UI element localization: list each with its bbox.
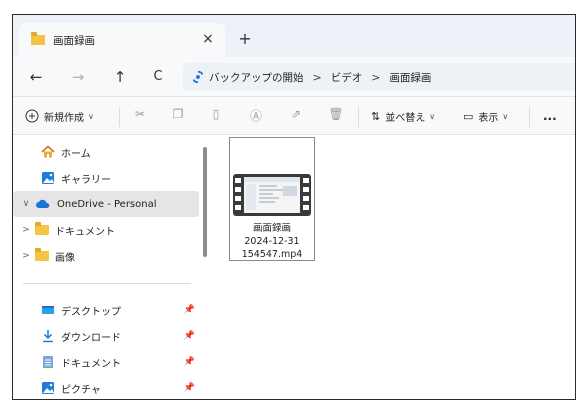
toolbar-divider xyxy=(358,107,359,127)
file-explorer-window: 画面録画 × + ← → ↑ C バックアップの開始 > ビデオ > 画面録画 xyxy=(12,14,576,400)
forward-button[interactable]: → xyxy=(67,66,89,88)
pin-icon: 📌 xyxy=(183,305,195,315)
new-button[interactable]: 新規作成 ∨ xyxy=(25,106,94,126)
paste-icon[interactable]: ▯ xyxy=(206,107,226,121)
sidebar-item-onedrive[interactable]: ∨ OneDrive - Personal xyxy=(13,191,199,217)
sidebar-item-label: ホーム xyxy=(61,148,91,160)
folder-icon xyxy=(31,32,45,45)
file-item-video[interactable]: 画面録画 2024-12-31 154547.mp4 xyxy=(229,137,315,261)
sidebar-item-label: ギャラリー xyxy=(61,174,111,186)
backup-sync-icon xyxy=(192,70,204,84)
download-icon xyxy=(43,330,53,343)
view-icon: ▭ xyxy=(463,109,474,123)
sort-label: 並べ替え xyxy=(385,112,426,124)
pin-icon: 📌 xyxy=(183,383,195,393)
breadcrumb-backup[interactable]: バックアップの開始 xyxy=(209,70,304,85)
breadcrumb-screen-recordings[interactable]: 画面録画 xyxy=(389,70,431,85)
breadcrumb-separator[interactable]: > xyxy=(313,71,322,84)
back-button[interactable]: ← xyxy=(25,66,47,88)
copy-icon[interactable]: ❐ xyxy=(168,107,188,121)
file-name: 画面録画 2024-12-31 154547.mp4 xyxy=(230,222,314,261)
video-file-icon xyxy=(233,174,311,216)
up-button[interactable]: ↑ xyxy=(109,66,131,88)
sidebar-item-desktop[interactable]: デスクトップ 📌 xyxy=(13,297,199,323)
toolbar-divider xyxy=(119,107,120,127)
plus-circle-icon xyxy=(25,109,39,123)
pictures-icon xyxy=(42,382,54,394)
new-tab-button[interactable]: + xyxy=(235,29,255,49)
command-bar: 新規作成 ∨ ✂ ❐ ▯ Ⓐ ⇗ 🗑 ⇅ 並べ替え ∨ ▭ 表示 ∨ ... xyxy=(13,97,575,135)
file-name-line: 画面録画 xyxy=(252,223,291,234)
chevron-down-icon: ∨ xyxy=(88,111,94,121)
file-name-line: 154547.mp4 xyxy=(241,249,303,260)
view-label: 表示 xyxy=(478,112,499,124)
chevron-right-icon[interactable]: > xyxy=(17,225,35,235)
view-button[interactable]: ▭ 表示 ∨ xyxy=(463,106,508,126)
navigation-bar: ← → ↑ C バックアップの開始 > ビデオ > 画面録画 xyxy=(13,57,575,97)
sidebar-item-documents[interactable]: > ドキュメント xyxy=(13,217,199,243)
tab-title: 画面録画 xyxy=(53,34,95,47)
sidebar-item-label: ドキュメント xyxy=(61,358,121,370)
pin-icon: 📌 xyxy=(183,331,195,341)
folder-icon xyxy=(35,248,49,261)
sidebar-item-label: OneDrive - Personal xyxy=(57,198,157,210)
home-icon xyxy=(41,145,55,158)
chevron-down-icon: ∨ xyxy=(429,111,436,121)
address-bar[interactable]: バックアップの開始 > ビデオ > 画面録画 xyxy=(183,63,575,91)
sidebar-item-images[interactable]: > 画像 xyxy=(13,243,199,269)
sidebar-item-label: 画像 xyxy=(55,252,75,264)
chevron-down-icon[interactable]: ∨ xyxy=(17,199,35,209)
sidebar-divider xyxy=(23,283,191,284)
sort-icon: ⇅ xyxy=(371,109,381,123)
share-icon[interactable]: ⇗ xyxy=(286,107,306,121)
gallery-icon xyxy=(42,172,54,184)
navigation-pane: ホーム ギャラリー ∨ OneDrive - Personal > ドキュメント… xyxy=(13,135,203,399)
document-icon xyxy=(43,356,53,368)
tab-bar: 画面録画 × + xyxy=(13,15,575,57)
folder-icon xyxy=(35,222,49,235)
sidebar-item-documents-pinned[interactable]: ドキュメント 📌 xyxy=(13,349,199,375)
sidebar-item-label: デスクトップ xyxy=(61,306,121,318)
file-name-line: 2024-12-31 xyxy=(244,236,300,247)
close-tab-button[interactable]: × xyxy=(199,30,217,48)
sidebar-item-pictures[interactable]: ピクチャ 📌 xyxy=(13,375,199,399)
cut-icon[interactable]: ✂ xyxy=(130,107,150,121)
new-label: 新規作成 xyxy=(44,112,84,124)
refresh-button[interactable]: C xyxy=(147,66,169,88)
sidebar-item-label: ダウンロード xyxy=(61,332,121,344)
sidebar-scrollbar[interactable] xyxy=(203,147,207,257)
cloud-icon xyxy=(36,199,50,208)
more-options-button[interactable]: ... xyxy=(543,106,557,126)
sidebar-item-downloads[interactable]: ダウンロード 📌 xyxy=(13,323,199,349)
chevron-down-icon: ∨ xyxy=(502,111,509,121)
rename-icon[interactable]: Ⓐ xyxy=(246,107,266,124)
breadcrumb-separator[interactable]: > xyxy=(371,71,380,84)
sidebar-item-home[interactable]: ホーム xyxy=(13,139,199,165)
sidebar-item-label: ピクチャ xyxy=(61,384,101,396)
chevron-right-icon[interactable]: > xyxy=(17,251,35,261)
toolbar-divider xyxy=(529,107,530,127)
delete-icon[interactable]: 🗑 xyxy=(326,107,346,121)
breadcrumb-videos[interactable]: ビデオ xyxy=(331,70,363,85)
file-list: 画面録画 2024-12-31 154547.mp4 xyxy=(213,135,575,399)
pin-icon: 📌 xyxy=(183,357,195,367)
sidebar-item-label: ドキュメント xyxy=(55,226,115,238)
desktop-icon xyxy=(42,306,54,314)
sort-button[interactable]: ⇅ 並べ替え ∨ xyxy=(371,106,435,126)
tab-screen-recordings[interactable]: 画面録画 × xyxy=(19,23,225,57)
sidebar-item-gallery[interactable]: ギャラリー xyxy=(13,165,199,191)
